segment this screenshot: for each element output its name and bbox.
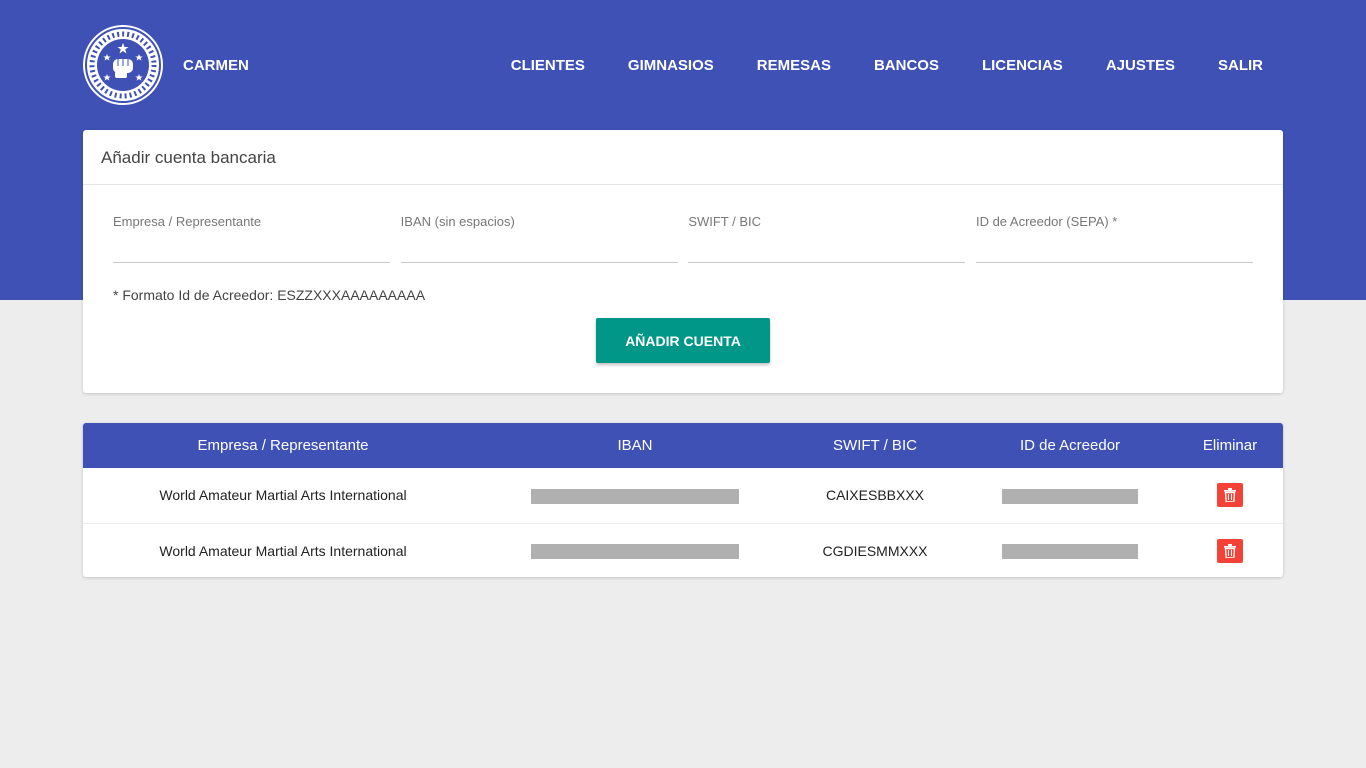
nav-salir[interactable]: SALIR — [1218, 57, 1263, 74]
id-acreedor-input[interactable] — [975, 235, 1253, 263]
delete-button[interactable] — [1217, 483, 1243, 508]
swift-input[interactable] — [688, 235, 966, 263]
nav-licencias[interactable]: LICENCIAS — [982, 57, 1063, 74]
iban-field-group: IBAN (sin espacios) — [400, 214, 678, 263]
fist-emblem-icon — [85, 27, 161, 103]
cell-empresa: World Amateur Martial Arts International — [159, 487, 407, 504]
form-fields: Empresa / Representante IBAN (sin espaci… — [113, 214, 1253, 263]
cell-eliminar — [1177, 523, 1283, 577]
cell-swift: CAIXESBBXXX — [825, 487, 925, 504]
delete-button[interactable] — [1217, 538, 1243, 563]
card-title: Añadir cuenta bancaria — [83, 130, 1283, 185]
empresa-input[interactable] — [113, 235, 390, 263]
swift-label: SWIFT / BIC — [688, 214, 762, 229]
add-bank-account-card: Añadir cuenta bancaria Empresa / Represe… — [83, 130, 1283, 393]
id-acreedor-format-note: * Formato Id de Acreedor: ESZZXXXAAAAAAA… — [113, 287, 426, 303]
cell-iban — [483, 468, 787, 523]
header-iban[interactable]: IBAN — [483, 423, 787, 468]
iban-input[interactable] — [400, 235, 678, 263]
wmai-logo[interactable] — [83, 25, 163, 105]
cell-id-acreedor — [963, 468, 1177, 523]
bank-accounts-table: Empresa / Representante IBAN SWIFT / BIC… — [83, 423, 1283, 577]
id-acreedor-field-group: ID de Acreedor (SEPA) * — [975, 214, 1253, 263]
redacted-iban — [531, 544, 739, 560]
main-nav: CLIENTES GIMNASIOS REMESAS BANCOS LICENC… — [468, 57, 1263, 74]
swift-field-group: SWIFT / BIC — [688, 214, 966, 263]
cell-empresa: World Amateur Martial Arts International — [159, 542, 407, 559]
redacted-id-acreedor — [1002, 488, 1138, 504]
table-row: World Amateur Martial Arts International… — [83, 523, 1283, 577]
nav-remesas[interactable]: REMESAS — [757, 57, 831, 74]
header-empresa[interactable]: Empresa / Representante — [83, 423, 483, 468]
cell-swift: CGDIESMMXXX — [822, 542, 928, 559]
id-acreedor-label: ID de Acreedor (SEPA) * — [975, 214, 1118, 229]
empresa-label: Empresa / Representante — [113, 214, 262, 229]
cell-id-acreedor — [963, 523, 1177, 577]
empresa-field-group: Empresa / Representante — [113, 214, 390, 263]
redacted-iban — [531, 488, 739, 504]
nav-gimnasios[interactable]: GIMNASIOS — [628, 57, 714, 74]
header-id-acreedor[interactable]: ID de Acreedor — [963, 423, 1177, 468]
table-row: World Amateur Martial Arts International… — [83, 468, 1283, 523]
nav-bancos[interactable]: BANCOS — [874, 57, 939, 74]
header-eliminar: Eliminar — [1202, 437, 1258, 454]
cell-iban — [483, 523, 787, 577]
table-header-row: Empresa / Representante IBAN SWIFT / BIC… — [83, 423, 1283, 468]
brand-name[interactable]: CARMEN — [183, 57, 249, 74]
redacted-id-acreedor — [1002, 544, 1138, 560]
add-account-button[interactable]: AÑADIR CUENTA — [596, 318, 770, 363]
trash-icon — [1224, 543, 1236, 558]
header-swift[interactable]: SWIFT / BIC — [787, 423, 963, 468]
trash-icon — [1224, 488, 1236, 503]
cell-eliminar — [1177, 468, 1283, 523]
top-navigation-bar: CARMEN CLIENTES GIMNASIOS REMESAS BANCOS… — [83, 25, 1283, 105]
bank-accounts-table-card: Empresa / Representante IBAN SWIFT / BIC… — [83, 423, 1283, 577]
nav-clientes[interactable]: CLIENTES — [511, 57, 585, 74]
nav-ajustes[interactable]: AJUSTES — [1106, 57, 1175, 74]
iban-label: IBAN (sin espacios) — [400, 214, 515, 229]
